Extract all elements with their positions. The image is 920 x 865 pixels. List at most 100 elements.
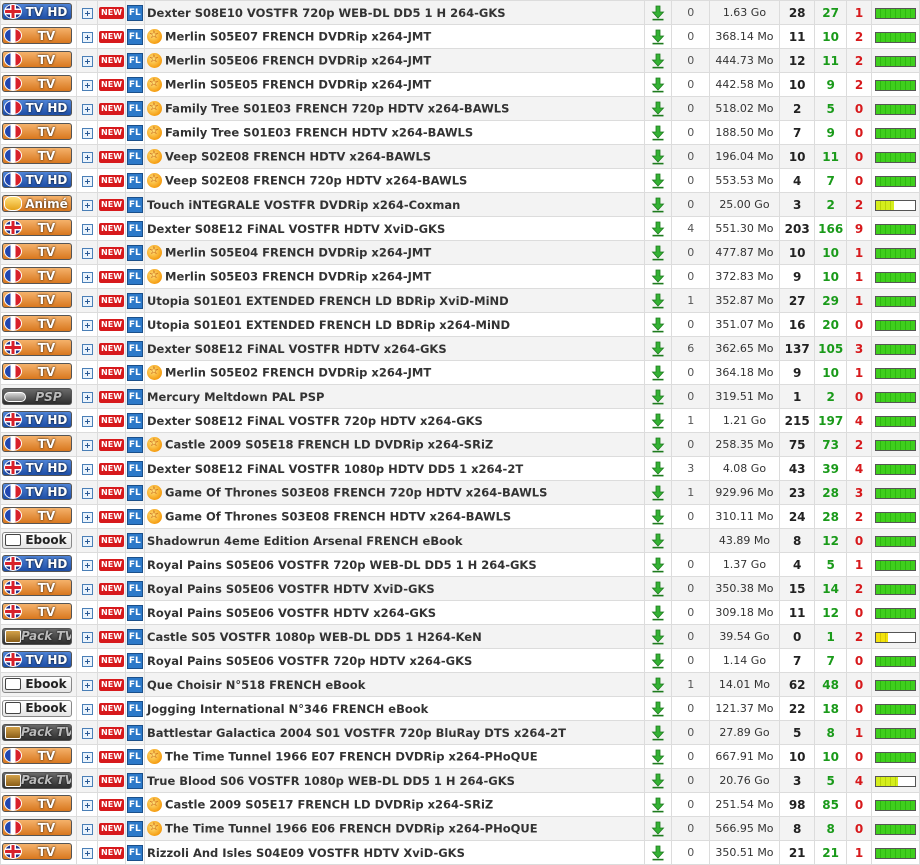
torrent-name-link[interactable]: Royal Pains S05E06 VOSTFR 720p HDTV x264… [147,654,472,668]
seeders-count[interactable]: 9 [778,360,816,385]
torrent-row[interactable]: Ebook NEW FL Que Choisir N°518 FRENCH eB… [0,672,920,697]
category-badge[interactable]: Animé [2,195,72,212]
seeders-count[interactable]: 12 [778,48,816,73]
comments-count[interactable]: 1 [671,672,710,697]
leechers-count[interactable]: 18 [814,696,847,721]
leechers-count[interactable]: 14 [814,576,847,601]
category-badge[interactable]: TV [2,507,72,524]
expand-plus-icon[interactable] [81,607,93,619]
comments-count[interactable]: 0 [671,840,710,865]
download-arrow-icon[interactable] [651,293,665,309]
seeders-count[interactable]: 75 [778,432,816,457]
seeders-count[interactable]: 4 [778,168,816,193]
category-badge[interactable]: TV [2,795,72,812]
expand-plus-icon[interactable] [81,199,93,211]
torrent-name-link[interactable]: Dexter S08E12 FiNAL VOSTFR 720p HDTV x26… [147,414,483,428]
torrent-name-link[interactable]: Jogging International N°346 FRENCH eBook [147,702,428,716]
expand-plus-icon[interactable] [81,295,93,307]
completed-count[interactable]: 0 [845,792,873,817]
category-badge[interactable]: TV HD [2,651,72,668]
comments-count[interactable] [671,528,710,553]
comments-count[interactable]: 0 [671,384,710,409]
torrent-row[interactable]: Pack TV NEW FL True Blood S06 VOSTFR 108… [0,768,920,793]
comments-count[interactable]: 0 [671,96,710,121]
torrent-row[interactable]: TV NEW FL Royal Pains S05E06 VOSTFR HDTV… [0,576,920,601]
download-arrow-icon[interactable] [651,845,665,861]
completed-count[interactable]: 0 [845,528,873,553]
torrent-row[interactable]: TV NEW FL Utopia S01E01 EXTENDED FRENCH … [0,288,920,313]
torrent-name-link[interactable]: Merlin S05E07 FRENCH DVDRip x264-JMT [165,30,431,44]
category-badge[interactable]: TV [2,27,72,44]
download-arrow-icon[interactable] [651,557,665,573]
completed-count[interactable]: 1 [845,552,873,577]
download-arrow-icon[interactable] [651,797,665,813]
expand-plus-icon[interactable] [81,175,93,187]
download-arrow-icon[interactable] [651,725,665,741]
seeders-count[interactable]: 10 [778,744,816,769]
torrent-name-link[interactable]: Castle 2009 S05E17 FRENCH LD DVDRip x264… [165,798,493,812]
expand-plus-icon[interactable] [81,535,93,547]
download-arrow-icon[interactable] [651,221,665,237]
completed-count[interactable]: 4 [845,408,873,433]
completed-count[interactable]: 2 [845,72,873,97]
leechers-count[interactable]: 48 [814,672,847,697]
comments-count[interactable]: 0 [671,240,710,265]
comments-count[interactable]: 1 [671,408,710,433]
comments-count[interactable]: 0 [671,72,710,97]
torrent-name-link[interactable]: Game Of Thrones S03E08 FRENCH 720p HDTV … [165,486,547,500]
completed-count[interactable]: 1 [845,288,873,313]
completed-count[interactable]: 0 [845,168,873,193]
torrent-name-link[interactable]: True Blood S06 VOSTFR 1080p WEB-DL DD5 1… [147,774,515,788]
completed-count[interactable]: 4 [845,456,873,481]
seeders-count[interactable]: 10 [778,144,816,169]
category-badge[interactable]: Pack TV [2,771,72,789]
torrent-row[interactable]: TV NEW FL The Time Tunnel 1966 E07 FRENC… [0,744,920,769]
torrent-row[interactable]: TV HD NEW FL Royal Pains S05E06 VOSTFR 7… [0,648,920,673]
leechers-count[interactable]: 8 [814,816,847,841]
torrent-row[interactable]: TV NEW FL Royal Pains S05E06 VOSTFR HDTV… [0,600,920,625]
expand-plus-icon[interactable] [81,655,93,667]
download-arrow-icon[interactable] [651,701,665,717]
leechers-count[interactable]: 9 [814,120,847,145]
torrent-row[interactable]: TV HD NEW FL Veep S02E08 FRENCH 720p HDT… [0,168,920,193]
torrent-row[interactable]: TV NEW FL Merlin S05E02 FRENCH DVDRip x2… [0,360,920,385]
torrent-name-link[interactable]: Merlin S05E02 FRENCH DVDRip x264-JMT [165,366,431,380]
download-arrow-icon[interactable] [651,773,665,789]
leechers-count[interactable]: 10 [814,744,847,769]
expand-plus-icon[interactable] [81,7,93,19]
seeders-count[interactable]: 15 [778,576,816,601]
expand-plus-icon[interactable] [81,751,93,763]
download-arrow-icon[interactable] [651,389,665,405]
torrent-row[interactable]: TV NEW FL Utopia S01E01 EXTENDED FRENCH … [0,312,920,337]
completed-count[interactable]: 0 [845,816,873,841]
torrent-row[interactable]: TV HD NEW FL Royal Pains S05E06 VOSTFR 7… [0,552,920,577]
leechers-count[interactable]: 28 [814,480,847,505]
download-arrow-icon[interactable] [651,509,665,525]
torrent-name-link[interactable]: Veep S02E08 FRENCH HDTV x264-BAWLS [165,150,431,164]
torrent-row[interactable]: TV NEW FL Game Of Thrones S03E08 FRENCH … [0,504,920,529]
category-badge[interactable]: PSP [2,388,72,405]
expand-plus-icon[interactable] [81,343,93,355]
category-badge[interactable]: TV [2,819,72,836]
torrent-row[interactable]: TV HD NEW FL Dexter S08E12 FiNAL VOSTFR … [0,456,920,481]
leechers-count[interactable]: 11 [814,144,847,169]
leechers-count[interactable]: 39 [814,456,847,481]
torrent-row[interactable]: Ebook NEW FL Jogging International N°346… [0,696,920,721]
comments-count[interactable]: 0 [671,768,710,793]
torrent-name-link[interactable]: Utopia S01E01 EXTENDED FRENCH LD BDRip x… [147,318,510,332]
leechers-count[interactable]: 10 [814,264,847,289]
completed-count[interactable]: 1 [845,720,873,745]
category-badge[interactable]: TV [2,579,72,596]
seeders-count[interactable]: 98 [778,792,816,817]
category-badge[interactable]: TV HD [2,459,72,476]
comments-count[interactable]: 1 [671,288,710,313]
completed-count[interactable]: 9 [845,216,873,241]
seeders-count[interactable]: 7 [778,648,816,673]
comments-count[interactable]: 0 [671,144,710,169]
expand-plus-icon[interactable] [81,319,93,331]
torrent-name-link[interactable]: Dexter S08E10 VOSTFR 720p WEB-DL DD5 1 H… [147,6,506,20]
comments-count[interactable]: 0 [671,192,710,217]
seeders-count[interactable]: 4 [778,552,816,577]
torrent-name-link[interactable]: Castle 2009 S05E18 FRENCH LD DVDRip x264… [165,438,493,452]
expand-plus-icon[interactable] [81,79,93,91]
